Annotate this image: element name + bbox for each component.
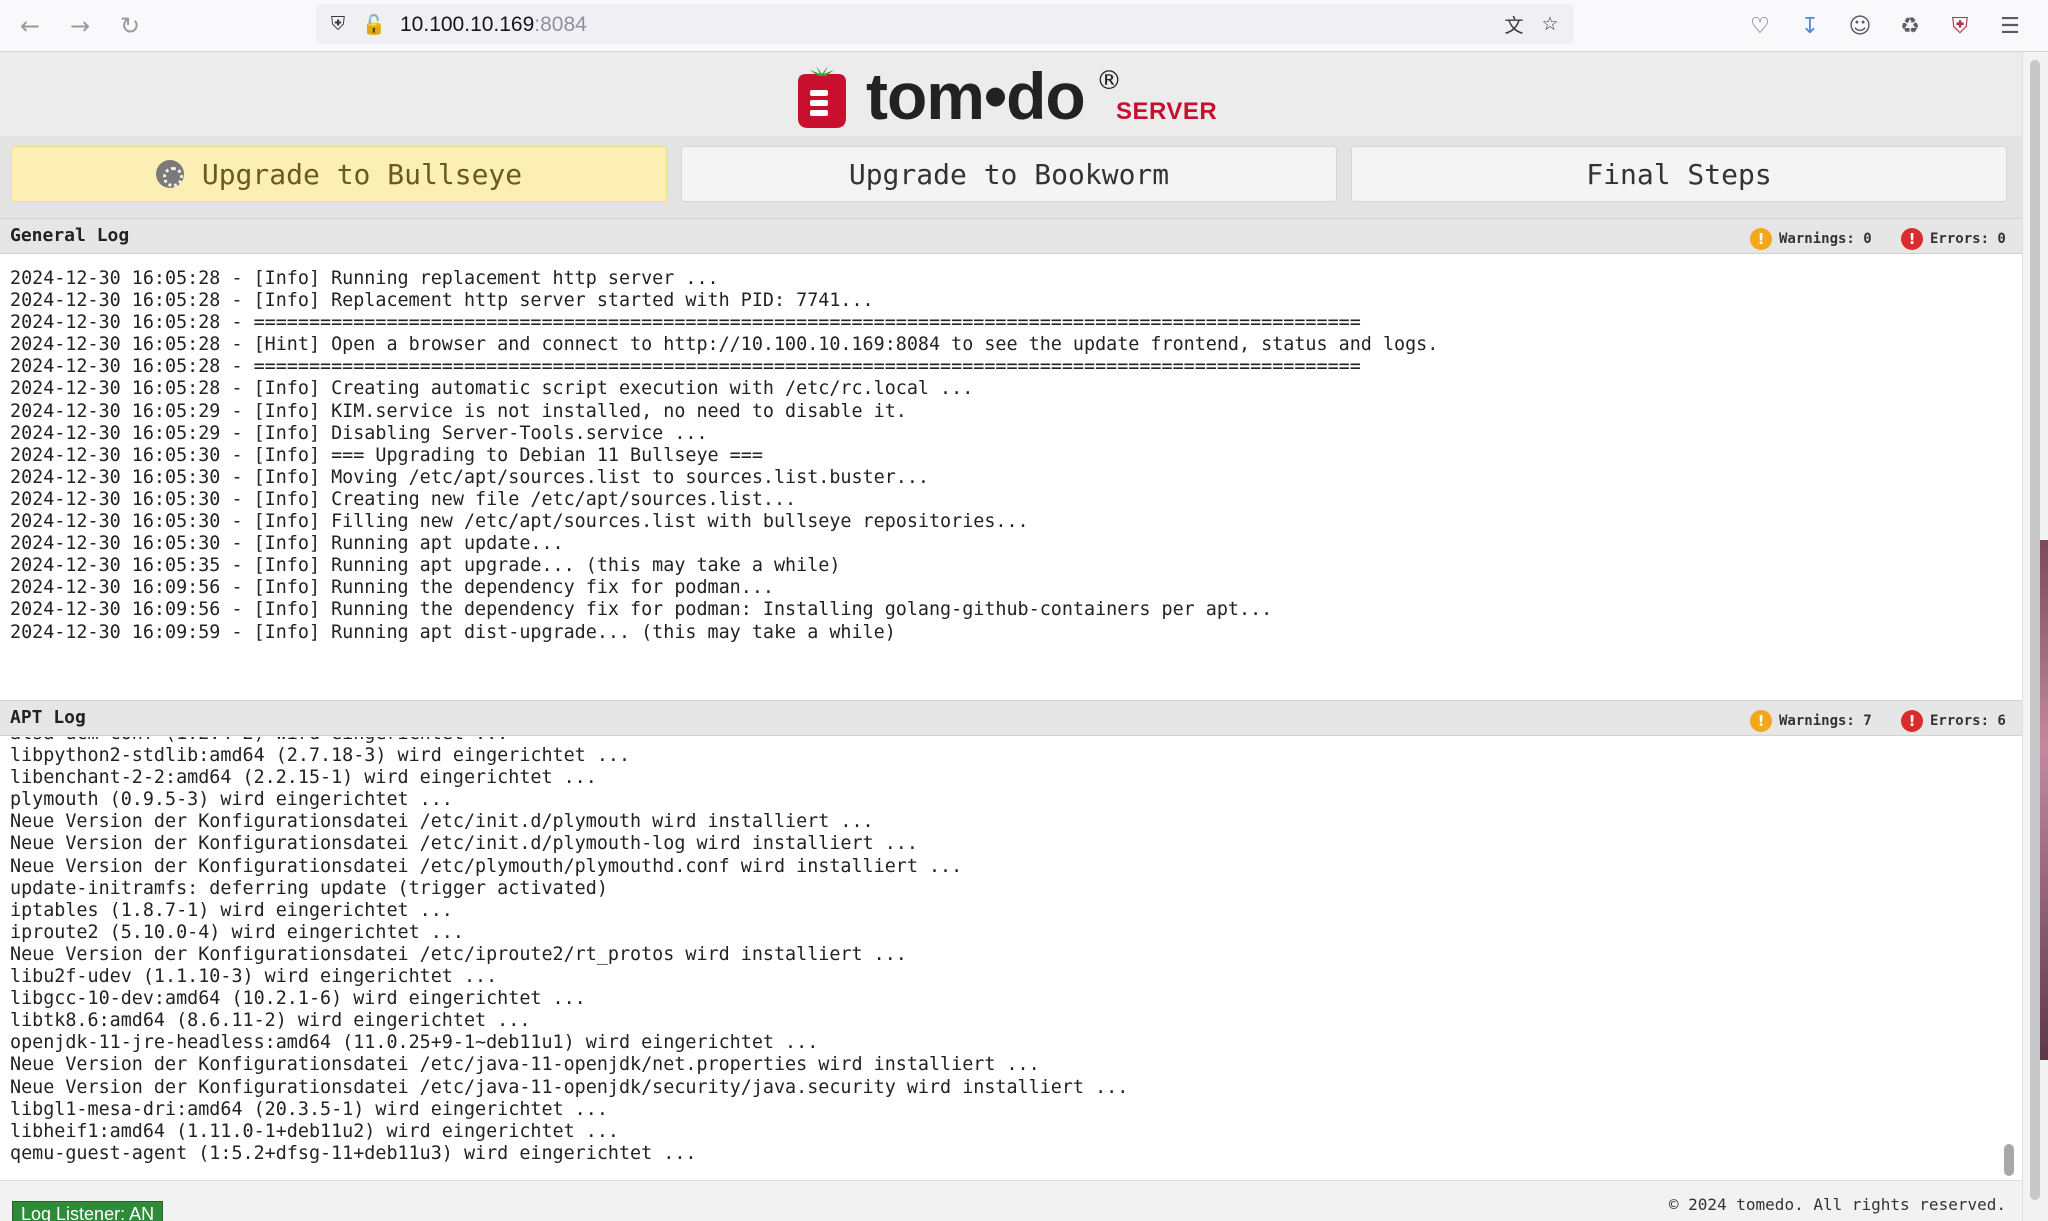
log-line: update-initramfs: deferring update (trig… — [10, 877, 608, 899]
url-text[interactable]: 10.100.10.169:8084 — [400, 13, 587, 37]
page: tom•do ® SERVER Upgrade to Bullseye Upgr… — [0, 52, 2022, 1221]
bookmark-star-icon[interactable]: ☆ — [1538, 12, 1562, 36]
log-line: 2024-12-30 16:09:56 - [Info] Running the… — [10, 577, 774, 599]
upgrade-steps: Upgrade to Bullseye Upgrade to Bookworm … — [0, 136, 2022, 218]
background-window-edge — [2040, 540, 2048, 1060]
log-line: plymouth (0.9.5-3) wird eingerichtet ... — [10, 789, 453, 811]
step-label: Final Steps — [1586, 157, 1772, 191]
log-line: 2024-12-30 16:05:28 - [Hint] Open a brow… — [10, 334, 1439, 356]
log-line: 2024-12-30 16:05:30 - [Info] Creating ne… — [10, 488, 797, 510]
apt-log-errors: ! Errors: 6 — [1901, 710, 2006, 732]
log-line: 2024-12-30 16:05:28 - [Info] Running rep… — [10, 268, 719, 289]
log-line: libtk8.6:amd64 (8.6.11-2) wird eingerich… — [10, 1010, 531, 1032]
menu-icon[interactable]: ☰ — [1994, 10, 2026, 42]
error-icon: ! — [1901, 228, 1923, 250]
account-icon[interactable]: ☺ — [1844, 10, 1876, 42]
log-line: Neue Version der Konfigurationsdatei /et… — [10, 811, 874, 833]
logo-subtitle: SERVER — [1116, 98, 1218, 125]
logo-wordmark: tom•do — [866, 59, 1086, 133]
apt-log-warnings: ! Warnings: 7 — [1750, 710, 1872, 732]
errors-count: Errors: 6 — [1930, 713, 2006, 729]
errors-count: Errors: 0 — [1930, 231, 2006, 247]
step-upgrade-bullseye[interactable]: Upgrade to Bullseye — [11, 146, 667, 202]
log-line: libenchant-2-2:amd64 (2.2.15-1) wird ein… — [10, 767, 597, 789]
step-label: Upgrade to Bookworm — [848, 157, 1170, 191]
log-line: Neue Version der Konfigurationsdatei /et… — [10, 1076, 1129, 1098]
translate-icon[interactable]: 文 — [1502, 12, 1526, 37]
log-line: Neue Version der Konfigurationsdatei /et… — [10, 855, 963, 877]
log-line: qemu-guest-agent (1:5.2+dfsg-11+deb11u3)… — [10, 1142, 697, 1164]
log-line: Neue Version der Konfigurationsdatei /et… — [10, 1054, 1040, 1076]
log-line: Neue Version der Konfigurationsdatei /et… — [10, 943, 907, 965]
app-header: tom•do ® SERVER — [0, 52, 2022, 136]
tomedo-logo-icon — [798, 66, 846, 128]
log-line: 2024-12-30 16:09:56 - [Info] Running the… — [10, 599, 1273, 621]
apt-log-scrollbar[interactable] — [2004, 1144, 2014, 1176]
ublock-icon[interactable]: ⛨ — [1944, 10, 1976, 42]
footer: Log Listener: AN © 2024 tomedo. All righ… — [0, 1180, 2022, 1221]
apt-log-header: APT Log ! Warnings: 7 ! Errors: 6 — [0, 700, 2022, 736]
warning-icon: ! — [1750, 228, 1772, 250]
step-upgrade-bookworm[interactable]: Upgrade to Bookworm — [681, 146, 1337, 202]
log-line: 2024-12-30 16:05:28 - ==================… — [10, 312, 1361, 334]
step-final-steps[interactable]: Final Steps — [1351, 146, 2007, 202]
warnings-count: Warnings: 7 — [1779, 713, 1872, 729]
back-icon[interactable]: ← — [14, 10, 46, 42]
log-line: openjdk-11-jre-headless:amd64 (11.0.25+9… — [10, 1032, 819, 1054]
shield-icon[interactable]: ⛨ — [326, 12, 350, 36]
general-log-header: General Log ! Warnings: 0 ! Errors: 0 — [0, 218, 2022, 254]
log-line: libu2f-udev (1.1.10-3) wird eingerichtet… — [10, 966, 498, 988]
general-log-warnings: ! Warnings: 0 — [1750, 228, 1872, 250]
warning-icon: ! — [1750, 710, 1772, 732]
log-line: libgl1-mesa-dri:amd64 (20.3.5-1) wird ei… — [10, 1098, 608, 1120]
log-line: 2024-12-30 16:05:30 - [Info] === Upgradi… — [10, 444, 763, 466]
page-scrollbar-thumb[interactable] — [2030, 60, 2040, 1200]
step-label: Upgrade to Bullseye — [201, 157, 523, 191]
general-log-output[interactable]: 2024-12-30 16:05:28 - [Info] Running rep… — [0, 268, 2022, 748]
extensions-icon[interactable]: ♻ — [1894, 10, 1926, 42]
url-port: :8084 — [534, 13, 587, 36]
warnings-count: Warnings: 0 — [1779, 231, 1872, 247]
log-line: 2024-12-30 16:05:28 - [Info] Creating au… — [10, 378, 974, 400]
log-line: 2024-12-30 16:05:30 - [Info] Moving /etc… — [10, 466, 929, 488]
pocket-icon[interactable]: ♡ — [1744, 10, 1776, 42]
reload-icon[interactable]: ↻ — [114, 10, 146, 42]
log-line: libheif1:amd64 (1.11.0-1+deb11u2) wird e… — [10, 1120, 619, 1142]
log-line: 2024-12-30 16:05:35 - [Info] Running apt… — [10, 555, 841, 577]
general-log-title: General Log — [10, 225, 130, 246]
browser-toolbar: ← → ↻ ⛨ 🔓 10.100.10.169:8084 文 ☆ ♡ ↧ ☺ ♻… — [0, 0, 2048, 52]
error-icon: ! — [1901, 710, 1923, 732]
log-line: 2024-12-30 16:05:29 - [Info] Disabling S… — [10, 422, 708, 444]
log-line: 2024-12-30 16:05:28 - [Info] Replacement… — [10, 290, 874, 312]
url-bar[interactable]: ⛨ 🔓 10.100.10.169:8084 文 ☆ — [316, 4, 1574, 44]
logo-registered-mark: ® — [1096, 66, 1122, 96]
log-line: alsa-ucm-conf (1.2.4-2) wird eingerichte… — [0, 737, 2022, 745]
log-line: 2024-12-30 16:05:28 - ==================… — [10, 356, 1361, 378]
log-listener-status[interactable]: Log Listener: AN — [12, 1201, 164, 1221]
apt-log-title: APT Log — [10, 707, 86, 728]
apt-log-output[interactable]: alsa-ucm-conf (1.2.4-2) wird eingerichte… — [0, 737, 2022, 1177]
downloads-icon[interactable]: ↧ — [1794, 10, 1826, 42]
spinner-icon — [155, 160, 184, 188]
log-line: 2024-12-30 16:05:30 - [Info] Running apt… — [10, 533, 564, 555]
general-log-errors: ! Errors: 0 — [1901, 228, 2006, 250]
log-line: 2024-12-30 16:05:30 - [Info] Filling new… — [10, 511, 1029, 533]
log-line: 2024-12-30 16:05:29 - [Info] KIM.service… — [10, 400, 907, 422]
copyright: © 2024 tomedo. All rights reserved. — [1668, 1195, 2006, 1214]
log-line: libgcc-10-dev:amd64 (10.2.1-6) wird eing… — [10, 988, 586, 1010]
log-line: Neue Version der Konfigurationsdatei /et… — [10, 833, 918, 855]
log-line: 2024-12-30 16:09:59 - [Info] Running apt… — [10, 621, 896, 643]
forward-icon[interactable]: → — [64, 10, 96, 42]
insecure-lock-icon[interactable]: 🔓 — [362, 12, 386, 36]
log-line: iptables (1.8.7-1) wird eingerichtet ... — [10, 899, 453, 921]
url-host: 10.100.10.169 — [400, 13, 535, 36]
log-line: libpython2-stdlib:amd64 (2.7.18-3) wird … — [10, 745, 631, 767]
log-line: iproute2 (5.10.0-4) wird eingerichtet ..… — [10, 921, 464, 943]
